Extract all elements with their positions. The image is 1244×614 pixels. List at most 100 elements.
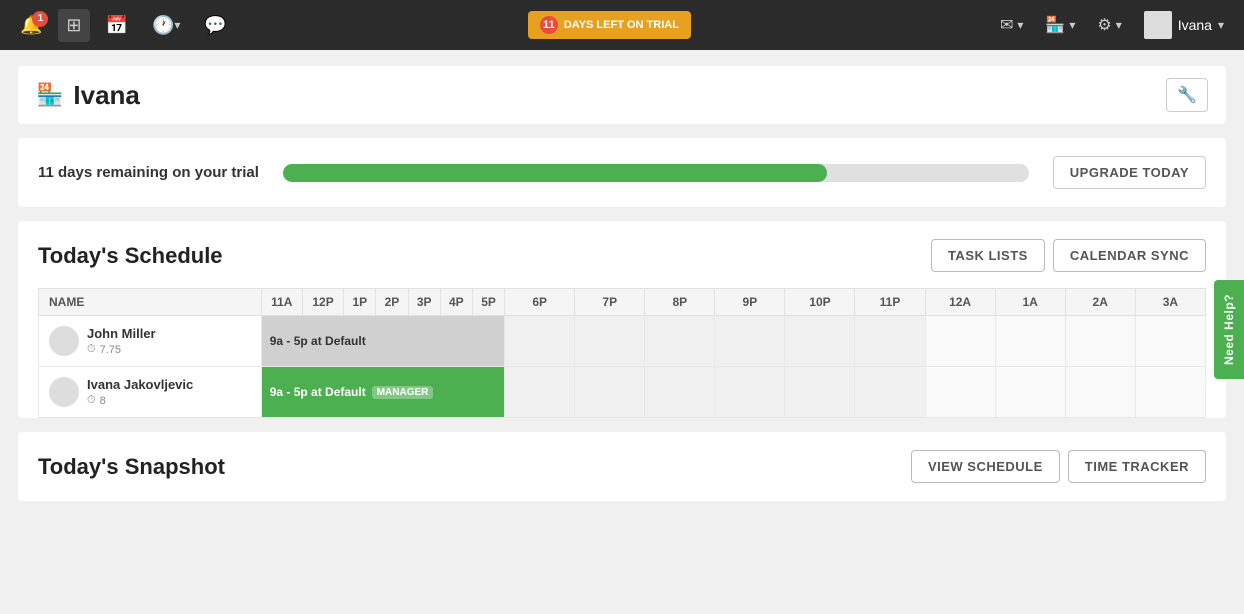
calendar-sync-button[interactable]: CALENDAR SYNC xyxy=(1053,239,1206,272)
schedule-card-header: Today's Schedule TASK LISTS CALENDAR SYN… xyxy=(38,239,1206,272)
page-title-row: 🏪 Ivana xyxy=(36,80,140,111)
trial-progress-container xyxy=(283,164,1029,182)
grid-icon: ⊞ xyxy=(66,15,81,36)
table-row: Ivana Jakovljevic ⏱ 8 9a - 5p at Def xyxy=(39,367,1206,418)
time-col-5p: 5P xyxy=(472,289,504,316)
top-navigation: 🔔 1 ⊞ 📅 🕐 ▾ 💬 11 DAYS LEFT ON TRIAL ✉ ▾ … xyxy=(0,0,1244,50)
empty-time-cell xyxy=(715,367,785,418)
snapshot-card-actions: VIEW SCHEDULE TIME TRACKER xyxy=(911,450,1206,483)
name-column-header: NAME xyxy=(39,289,262,316)
email-chevron-icon: ▾ xyxy=(1017,18,1023,32)
empty-time-cell xyxy=(1135,316,1205,367)
empty-time-cell xyxy=(1065,367,1135,418)
time-col-1p: 1P xyxy=(344,289,376,316)
user-chevron-icon: ▾ xyxy=(1218,18,1224,32)
empty-time-cell xyxy=(1135,367,1205,418)
email-icon: ✉ xyxy=(1000,15,1013,35)
trial-bar: 11 days remaining on your trial UPGRADE … xyxy=(18,138,1226,207)
settings-wrench-button[interactable]: 🔧 xyxy=(1166,78,1208,112)
trial-badge-text: DAYS LEFT ON TRIAL xyxy=(564,19,679,31)
time-col-11p: 11P xyxy=(855,289,925,316)
time-col-1a: 1A xyxy=(995,289,1065,316)
page-content: 🏪 Ivana 🔧 11 days remaining on your tria… xyxy=(0,50,1244,517)
time-col-10p: 10P xyxy=(785,289,855,316)
snapshot-card: Today's Snapshot VIEW SCHEDULE TIME TRAC… xyxy=(18,432,1226,501)
page-store-icon: 🏪 xyxy=(36,82,63,108)
time-col-6p: 6P xyxy=(505,289,575,316)
shift-text: 9a - 5p at Default xyxy=(270,385,366,399)
time-col-8p: 8P xyxy=(645,289,715,316)
employee-meta: ⏱ 8 xyxy=(87,394,193,407)
schedule-card-title: Today's Schedule xyxy=(38,243,223,269)
trial-progress-bar xyxy=(283,164,828,182)
time-tracker-button[interactable]: TIME TRACKER xyxy=(1068,450,1206,483)
store-chevron-icon: ▾ xyxy=(1069,18,1075,32)
upgrade-button[interactable]: UPGRADE TODAY xyxy=(1053,156,1206,189)
notifications-button[interactable]: 🔔 1 xyxy=(12,9,50,42)
clock-small-icon: ⏱ xyxy=(87,343,96,356)
time-col-3a: 3A xyxy=(1135,289,1205,316)
employee-name: Ivana Jakovljevic xyxy=(87,377,193,392)
employee-name-cell: Ivana Jakovljevic ⏱ 8 xyxy=(39,367,262,418)
user-avatar xyxy=(1144,11,1172,39)
time-col-11a: 11A xyxy=(261,289,302,316)
page-title: Ivana xyxy=(73,80,140,111)
calendar-button[interactable]: 📅 xyxy=(98,9,136,42)
empty-time-cell xyxy=(855,367,925,418)
gear-chevron-icon: ▾ xyxy=(1116,18,1122,32)
grid-button[interactable]: ⊞ xyxy=(58,9,89,42)
empty-time-cell xyxy=(645,367,715,418)
shift-cell[interactable]: 9a - 5p at Default xyxy=(261,316,504,367)
shift-cell[interactable]: 9a - 5p at Default MANAGER xyxy=(261,367,504,418)
calendar-icon: 📅 xyxy=(106,15,128,36)
empty-time-cell xyxy=(575,367,645,418)
clock-icon: 🕐 xyxy=(152,15,174,36)
empty-time-cell xyxy=(505,367,575,418)
empty-time-cell xyxy=(925,367,995,418)
store-nav-icon: 🏪 xyxy=(1045,15,1065,35)
time-col-2p: 2P xyxy=(376,289,408,316)
empty-time-cell xyxy=(505,316,575,367)
clock-chevron-icon: ▾ xyxy=(174,18,180,32)
snapshot-card-title: Today's Snapshot xyxy=(38,454,225,480)
schedule-card-actions: TASK LISTS CALENDAR SYNC xyxy=(931,239,1206,272)
trial-badge: 11 DAYS LEFT ON TRIAL xyxy=(528,11,691,39)
time-col-12p: 12P xyxy=(302,289,343,316)
time-col-9p: 9P xyxy=(715,289,785,316)
chat-button[interactable]: 💬 xyxy=(196,9,234,42)
page-header: 🏪 Ivana 🔧 xyxy=(18,66,1226,124)
employee-hours: 7.75 xyxy=(100,344,121,356)
empty-time-cell xyxy=(785,316,855,367)
time-col-12a: 12A xyxy=(925,289,995,316)
trial-days-number: 11 xyxy=(540,16,558,34)
clock-dropdown-button[interactable]: 🕐 ▾ xyxy=(144,9,188,42)
trial-remaining-text: 11 days remaining on your trial xyxy=(38,164,259,181)
task-lists-button[interactable]: TASK LISTS xyxy=(931,239,1045,272)
view-schedule-button[interactable]: VIEW SCHEDULE xyxy=(911,450,1060,483)
time-col-7p: 7P xyxy=(575,289,645,316)
notification-badge: 1 xyxy=(32,11,48,27)
empty-time-cell xyxy=(645,316,715,367)
time-col-2a: 2A xyxy=(1065,289,1135,316)
gear-icon: ⚙ xyxy=(1097,15,1111,35)
user-name-label: Ivana xyxy=(1178,17,1212,33)
settings-dropdown-button[interactable]: ⚙ ▾ xyxy=(1089,10,1129,40)
user-menu-button[interactable]: Ivana ▾ xyxy=(1136,7,1232,43)
store-dropdown-button[interactable]: 🏪 ▾ xyxy=(1037,10,1083,40)
empty-time-cell xyxy=(575,316,645,367)
email-dropdown-button[interactable]: ✉ ▾ xyxy=(992,10,1031,40)
need-help-button[interactable]: Need Help? xyxy=(1214,280,1244,379)
schedule-card: Today's Schedule TASK LISTS CALENDAR SYN… xyxy=(18,221,1226,418)
clock-small-icon: ⏱ xyxy=(87,394,96,407)
empty-time-cell xyxy=(715,316,785,367)
empty-time-cell xyxy=(855,316,925,367)
table-row: John Miller ⏱ 7.75 9a - 5 xyxy=(39,316,1206,367)
employee-hours: 8 xyxy=(100,395,106,407)
shift-block: 9a - 5p at Default xyxy=(262,316,504,366)
empty-time-cell xyxy=(995,367,1065,418)
manager-badge: MANAGER xyxy=(372,386,434,399)
chat-icon: 💬 xyxy=(204,15,226,36)
employee-meta: ⏱ 7.75 xyxy=(87,343,156,356)
employee-name: John Miller xyxy=(87,326,156,341)
employee-name-cell: John Miller ⏱ 7.75 xyxy=(39,316,262,367)
